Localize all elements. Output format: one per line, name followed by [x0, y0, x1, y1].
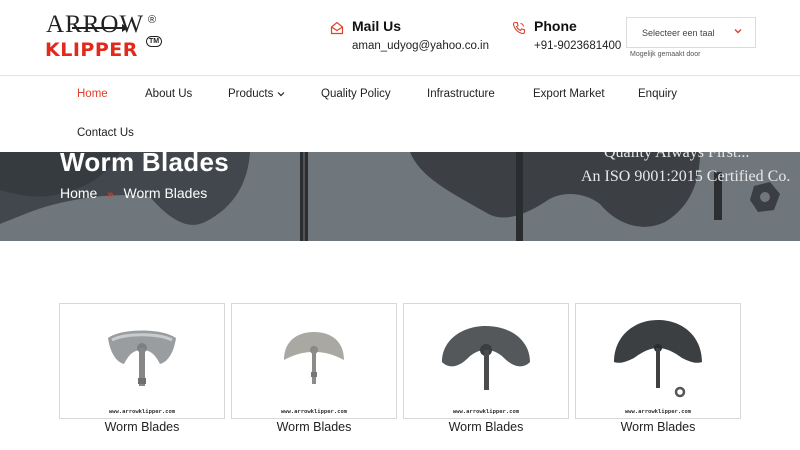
breadcrumb: Home » Worm Blades: [60, 185, 207, 201]
phone-title: Phone: [534, 18, 577, 34]
product-watermark: www.arrowklipper.com: [624, 409, 692, 415]
brand-name-line2: KLIPPER: [45, 39, 138, 61]
nav-contact-us[interactable]: Contact Us: [77, 127, 134, 139]
main-nav: Home About Us Products Quality Policy In…: [0, 76, 800, 152]
nav-enquiry[interactable]: Enquiry: [638, 88, 677, 100]
page-title: Worm Blades: [60, 152, 229, 177]
language-select[interactable]: Selecteer een taal: [626, 17, 756, 48]
nav-infrastructure[interactable]: Infrastructure: [427, 88, 495, 100]
product-image: [442, 326, 530, 390]
nav-export-market[interactable]: Export Market: [533, 88, 605, 100]
product-card[interactable]: www.arrowklipper.com: [575, 303, 741, 419]
mail-title: Mail Us: [352, 18, 402, 34]
quality-tagline: Quality Always First...: [604, 152, 750, 161]
page-banner: Quality Always First... An ISO 9001:2015…: [0, 152, 800, 241]
breadcrumb-home[interactable]: Home: [60, 185, 97, 201]
product-watermark: www.arrowklipper.com: [108, 409, 176, 415]
language-select-value: Selecteer een taal: [642, 28, 715, 38]
chevron-down-icon: [734, 29, 742, 34]
product-card[interactable]: www.arrowklipper.com: [231, 303, 397, 419]
product-card[interactable]: www.arrowklipper.com: [403, 303, 569, 419]
mail-icon: [330, 21, 344, 35]
phone-icon: [512, 21, 526, 35]
product-caption[interactable]: Worm Blades: [231, 420, 397, 434]
nav-quality-policy[interactable]: Quality Policy: [321, 88, 391, 100]
product-watermark: www.arrowklipper.com: [280, 409, 348, 415]
product-image: [108, 330, 176, 386]
powered-by-text: Mogelijk gemaakt door: [630, 51, 701, 58]
site-header: ARROW ® KLIPPER TM Mail Us aman_udyog@ya…: [0, 0, 800, 76]
logo-arrow-icon: [72, 24, 128, 32]
trademark-mark: TM: [146, 36, 163, 47]
product-watermark: www.arrowklipper.com: [452, 409, 520, 415]
phone-number[interactable]: +91-9023681400: [534, 40, 621, 52]
product-card[interactable]: www.arrowklipper.com: [59, 303, 225, 419]
product-caption[interactable]: Worm Blades: [59, 420, 225, 434]
nav-home[interactable]: Home: [77, 88, 108, 100]
brand-name-line1: ARROW: [46, 11, 145, 38]
iso-tagline: An ISO 9001:2015 Certified Co.: [581, 168, 791, 185]
product-image: [614, 320, 702, 398]
breadcrumb-separator-icon: »: [107, 189, 114, 201]
product-caption[interactable]: Worm Blades: [575, 420, 741, 434]
nav-products-label: Products: [228, 88, 274, 100]
breadcrumb-current: Worm Blades: [123, 185, 208, 201]
brand-logo[interactable]: ARROW ® KLIPPER TM: [44, 10, 166, 66]
nav-products[interactable]: Products: [228, 88, 285, 100]
chevron-down-icon: [277, 92, 285, 97]
product-image: [284, 332, 344, 384]
mail-address[interactable]: aman_udyog@yahoo.co.in: [352, 40, 489, 52]
product-caption[interactable]: Worm Blades: [403, 420, 569, 434]
registered-mark: ®: [148, 14, 157, 26]
nav-about-us[interactable]: About Us: [145, 88, 192, 100]
